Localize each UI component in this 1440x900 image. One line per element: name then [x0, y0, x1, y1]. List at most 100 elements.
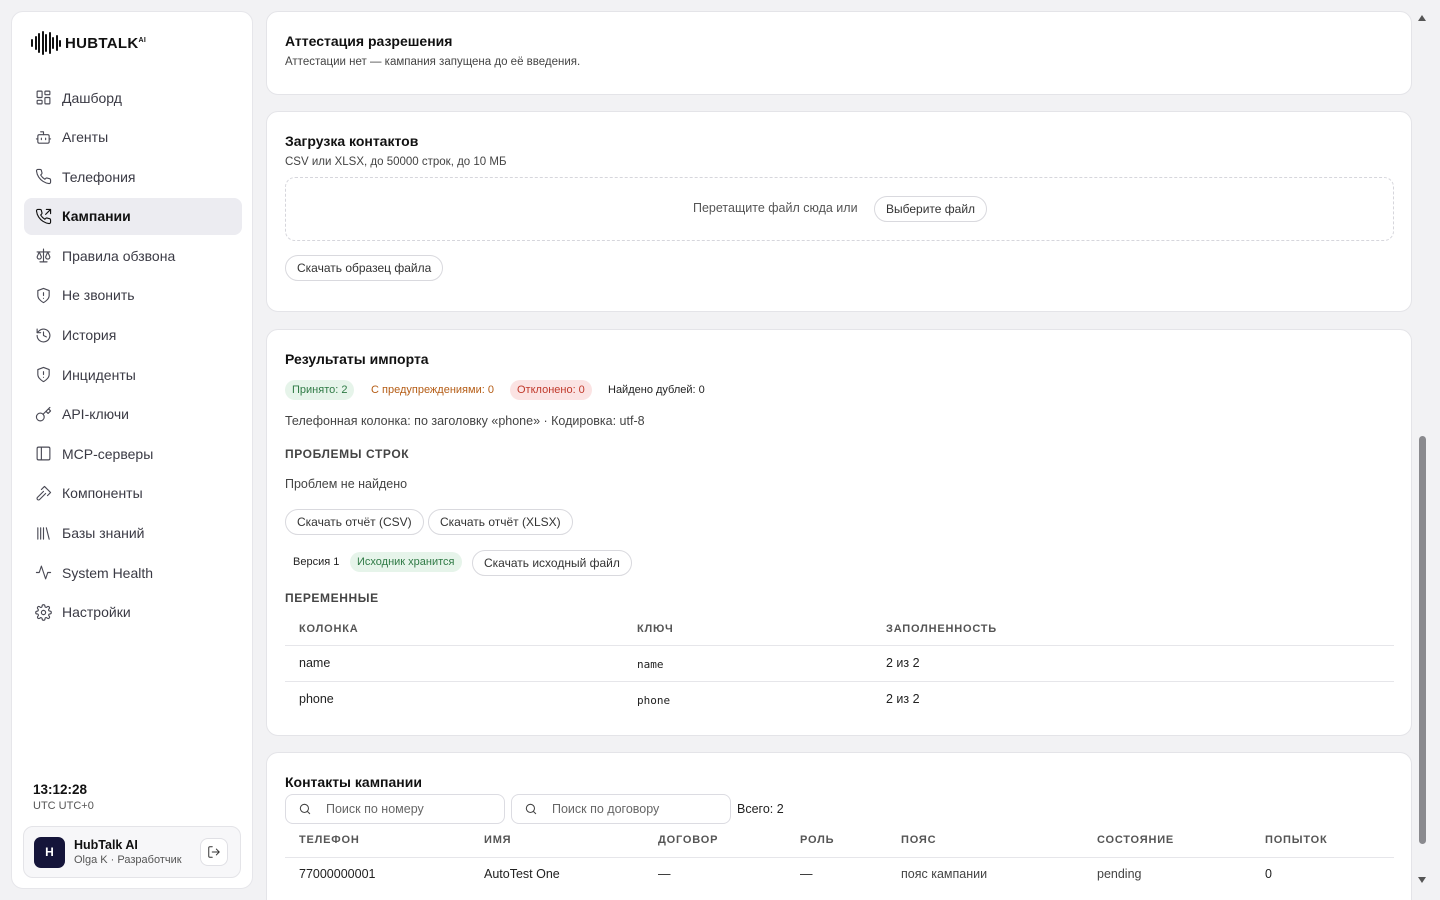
contacts-col-state: СОСТОЯНИЕ	[1097, 834, 1175, 846]
import-results-card: Результаты импорта Принято: 2 С предупре…	[266, 329, 1412, 736]
dropzone-text: Перетащите файл сюда или	[693, 201, 858, 215]
sidebar-item-label: MCP-серверы	[62, 445, 154, 462]
sidebar-item-dashboard[interactable]: Дашборд	[24, 79, 242, 116]
choose-file-button[interactable]: Выберите файл	[874, 196, 988, 222]
download-source-button[interactable]: Скачать исходный файл	[472, 550, 632, 576]
sidebar-item-label: API-ключи	[62, 406, 129, 423]
upload-card: Загрузка контактов CSV или XLSX, до 5000…	[266, 111, 1412, 312]
search-contract-input[interactable]	[552, 802, 722, 816]
user-card[interactable]: H HubTalk AI Olga K · Разработчик	[23, 826, 241, 878]
download-report-csv-button[interactable]: Скачать отчёт (CSV)	[285, 509, 424, 535]
scroll-up-arrow-icon[interactable]	[1418, 15, 1426, 21]
sidebar-item-label: Правила обзвона	[62, 247, 176, 264]
download-report-xlsx-button[interactable]: Скачать отчёт (XLSX)	[428, 509, 573, 535]
vars-cell-fill: 2 из 2	[886, 692, 920, 706]
table-divider	[285, 681, 1394, 682]
bot-icon	[34, 128, 52, 146]
shield-alert-icon	[34, 366, 52, 384]
sidebar-item-components[interactable]: Компоненты	[24, 475, 242, 512]
version-label: Версия 1	[293, 556, 340, 568]
attestation-card: Аттестация разрешения Аттестации нет — к…	[266, 11, 1412, 95]
sidebar-item-history[interactable]: История	[24, 317, 242, 354]
logout-button[interactable]	[200, 838, 228, 866]
table-divider	[285, 857, 1394, 858]
download-sample-button[interactable]: Скачать образец файла	[285, 255, 444, 281]
search-phone-field[interactable]	[285, 794, 505, 824]
vars-cell-column: name	[299, 656, 331, 670]
sidebar-item-label: Агенты	[62, 129, 109, 146]
clock: 13:12:28 UTC UTC+0	[33, 782, 94, 812]
contact-role: —	[800, 867, 813, 881]
sidebar-item-label: Компоненты	[62, 485, 143, 502]
sidebar-item-settings[interactable]: Настройки	[24, 594, 242, 631]
hubtalk-logo[interactable]: HUBTALKAI	[31, 30, 146, 56]
phone-icon	[34, 168, 52, 186]
sidebar-item-incidents[interactable]: Инциденты	[24, 356, 242, 393]
sidebar-item-label: Базы знаний	[62, 525, 145, 542]
search-contract-field[interactable]	[511, 794, 731, 824]
key-icon	[34, 405, 52, 423]
phone-outgoing-icon	[34, 207, 52, 225]
upload-subtitle: CSV или XLSX, до 50000 строк, до 10 МБ	[285, 156, 507, 168]
gear-icon	[34, 603, 52, 621]
contact-name: AutoTest One	[484, 867, 560, 881]
sidebar-item-label: System Health	[62, 564, 154, 581]
phone-column-info: Телефонная колонка: по заголовку «phone»…	[285, 414, 645, 428]
row-problems-heading: ПРОБЛЕМЫ СТРОК	[285, 447, 410, 461]
sidebar-item-do-not-call[interactable]: Не звонить	[24, 277, 242, 314]
scale-icon	[34, 247, 52, 265]
logout-icon	[208, 846, 220, 858]
sidebar-item-api-keys[interactable]: API-ключи	[24, 396, 242, 433]
variables-heading: ПЕРЕМЕННЫЕ	[285, 591, 379, 605]
duplicates-badge: Найдено дублей: 0	[608, 384, 705, 396]
sidebar-item-telephony[interactable]: Телефония	[24, 158, 242, 195]
search-icon	[299, 803, 311, 815]
contact-phone: 77000000001	[299, 867, 376, 881]
vars-cell-key: name	[637, 658, 664, 671]
sidebar-item-system-health[interactable]: System Health	[24, 554, 242, 591]
source-stored-badge: Исходник хранится	[350, 552, 462, 572]
sidebar-item-label: Телефония	[62, 168, 136, 185]
contacts-card: Контакты кампании Всего: 2 ТЕЛЕФОН ИМЯ Д…	[266, 752, 1412, 900]
scroll-down-arrow-icon[interactable]	[1418, 877, 1426, 883]
sidebar-item-campaigns[interactable]: Кампании	[24, 197, 242, 235]
hammer-icon	[34, 484, 52, 502]
page-scrollbar[interactable]	[1416, 11, 1430, 889]
clock-timezone: UTC UTC+0	[33, 800, 94, 812]
import-title: Результаты импорта	[285, 351, 429, 367]
avatar: H	[34, 836, 65, 868]
sidebar-item-agents[interactable]: Агенты	[24, 119, 242, 156]
attestation-text: Аттестации нет — кампания запущена до её…	[285, 56, 581, 68]
search-phone-input[interactable]	[326, 802, 496, 816]
user-role: Olga K · Разработчик	[74, 854, 182, 866]
logo-wave-icon	[31, 31, 61, 55]
accepted-badge: Принято: 2	[285, 380, 355, 400]
user-name: HubTalk AI	[74, 838, 138, 852]
contacts-col-role: РОЛЬ	[800, 834, 835, 846]
contact-contract: —	[658, 867, 671, 881]
sidebar-nav: Дашборд Агенты Телефония Кампании Правил…	[24, 79, 242, 633]
contacts-col-zone: ПОЯС	[901, 834, 937, 846]
dashboard-icon	[34, 89, 52, 107]
contact-zone: пояс кампании	[901, 867, 988, 881]
sidebar: HUBTALKAI Дашборд Агенты Телефония Кампа…	[11, 11, 253, 889]
vars-cell-key: phone	[637, 694, 671, 707]
sidebar-item-mcp-servers[interactable]: MCP-серверы	[24, 435, 242, 472]
vars-cell-fill: 2 из 2	[886, 656, 920, 670]
vars-cell-column: phone	[299, 692, 334, 706]
scroll-thumb[interactable]	[1419, 436, 1426, 844]
rejected-badge: Отклонено: 0	[510, 380, 592, 400]
user-info: HubTalk AI Olga K · Разработчик	[74, 838, 200, 866]
contacts-col-contract: ДОГОВОР	[658, 834, 719, 846]
contacts-col-name: ИМЯ	[484, 834, 512, 846]
contacts-col-attempts: ПОПЫТОК	[1265, 834, 1328, 846]
activity-icon	[34, 564, 52, 582]
vars-col-column: КОЛОНКА	[299, 623, 359, 635]
sidebar-item-knowledge-bases[interactable]: Базы знаний	[24, 515, 242, 552]
warnings-badge: С предупреждениями: 0	[371, 384, 494, 396]
history-icon	[34, 326, 52, 344]
sidebar-item-label: Не звонить	[62, 287, 135, 304]
sidebar-item-call-rules[interactable]: Правила обзвона	[24, 237, 242, 274]
table-divider	[285, 645, 1394, 646]
file-dropzone[interactable]: Перетащите файл сюда или Выберите файл	[285, 177, 1394, 241]
